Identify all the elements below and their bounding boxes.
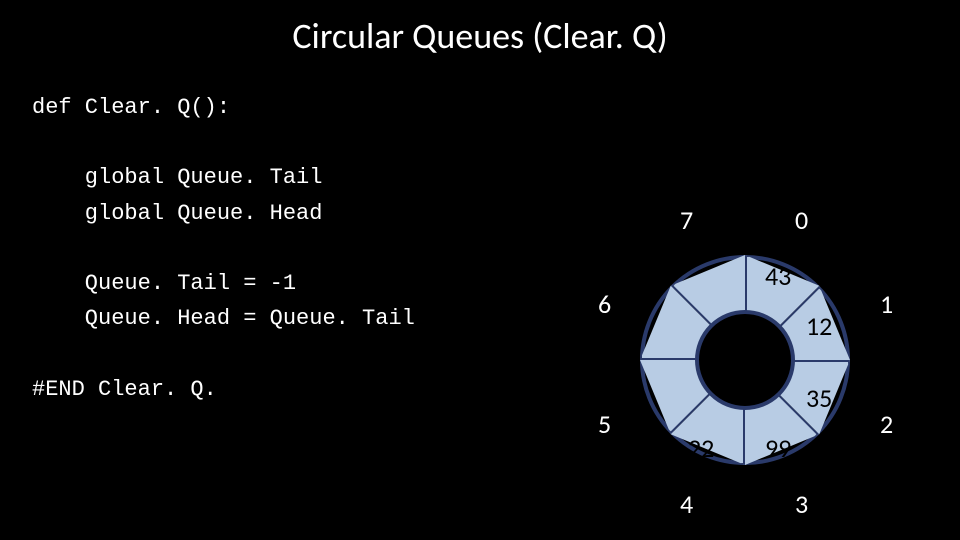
index-label: 4 xyxy=(680,488,693,520)
index-label: 0 xyxy=(795,204,808,236)
index-label: 6 xyxy=(598,288,611,320)
code-line: Queue. Tail = -1 xyxy=(32,271,296,296)
cell-value: 22 xyxy=(688,432,714,464)
slide: Circular Queues (Clear. Q) def Clear. Q(… xyxy=(0,0,960,540)
index-label: 3 xyxy=(795,488,808,520)
slide-title: Circular Queues (Clear. Q) xyxy=(0,0,960,58)
code-line: #END Clear. Q. xyxy=(32,377,217,402)
cell-value: 43 xyxy=(765,260,791,292)
code-block: def Clear. Q(): global Queue. Tail globa… xyxy=(32,90,415,407)
code-line: Queue. Head = Queue. Tail xyxy=(32,306,415,331)
index-label: 2 xyxy=(880,408,893,440)
ring-diagram: 0 1 2 3 4 5 6 7 43 12 35 99 22 xyxy=(570,200,920,520)
index-label: 5 xyxy=(598,408,611,440)
cell-value: 99 xyxy=(765,432,791,464)
cell-value: 35 xyxy=(806,382,832,414)
code-line: global Queue. Tail xyxy=(32,165,322,190)
code-line: global Queue. Head xyxy=(32,201,322,226)
index-label: 1 xyxy=(880,288,893,320)
code-line: def Clear. Q(): xyxy=(32,95,230,120)
cell-value: 12 xyxy=(806,310,832,342)
index-label: 7 xyxy=(680,204,693,236)
ring-inner xyxy=(695,310,795,410)
